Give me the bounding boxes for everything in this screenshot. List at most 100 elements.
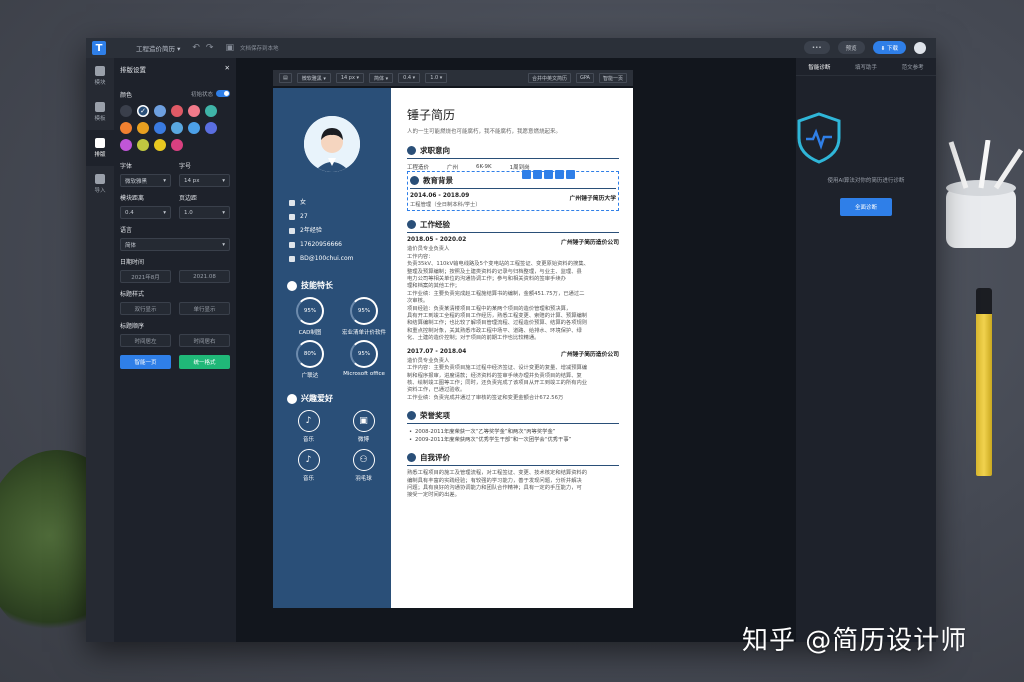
honor-item[interactable]: 2009-2011年度荣获两次“优秀学生干部”和一次团学会“优秀干事” xyxy=(407,436,619,444)
hobbies-heading[interactable]: 兴趣爱好 xyxy=(287,393,391,404)
undo-icon[interactable]: ↶ xyxy=(192,43,200,53)
title-order-left[interactable]: 时间居左 xyxy=(120,334,171,347)
redo-icon[interactable]: ↷ xyxy=(206,43,214,53)
title-style-single[interactable]: 单行显示 xyxy=(179,302,230,315)
education-section[interactable]: 教育背景 2014.06 - 2018.09 广州锤子简历大学 工程管理（全日制本… xyxy=(407,171,619,212)
work-role: 造价员专业负责人 xyxy=(407,246,450,253)
honor-item[interactable]: 2008-2011年度荣获一次“乙等奖学金”和两次“丙等奖学金” xyxy=(407,428,619,436)
color-swatch[interactable] xyxy=(205,105,217,117)
toolbar-one-page-button[interactable]: 智能一页 xyxy=(598,73,627,83)
color-swatch[interactable] xyxy=(120,105,132,117)
honors-heading[interactable]: 荣誉奖项 xyxy=(407,410,619,425)
copy-icon[interactable] xyxy=(544,170,553,179)
settings-icon[interactable] xyxy=(533,170,542,179)
toolbar-font-select[interactable]: 微软雅黑 ▾ xyxy=(296,73,331,83)
skill-item[interactable]: 80% 广联达 xyxy=(283,340,337,379)
rail-item-templates[interactable]: 模板 xyxy=(86,94,114,130)
save-icon[interactable]: ▣ xyxy=(225,43,234,53)
page-margin-select[interactable]: 1.0 ▾ xyxy=(179,206,230,219)
move-icon[interactable] xyxy=(522,170,531,179)
date-format-a[interactable]: 2021年8月 xyxy=(120,270,171,283)
language-select[interactable]: 简体 ▾ xyxy=(120,238,230,251)
font-select[interactable]: 微软雅黑 ▾ xyxy=(120,174,171,187)
date-format-b[interactable]: 2021.08 xyxy=(179,270,230,283)
tab-samples[interactable]: 范文参考 xyxy=(902,63,924,71)
merge-resume-button[interactable]: 合并中英文简历 xyxy=(527,73,571,83)
title-order-label: 标题顺序 xyxy=(120,323,145,330)
text-line: 次审核。 xyxy=(407,298,429,305)
hobby-item[interactable]: ♪ 音乐 xyxy=(281,449,336,482)
full-diagnosis-button[interactable]: 全面诊断 xyxy=(840,198,892,216)
edu-major: 工程管理（全日制本科/学士） xyxy=(410,202,481,208)
text-line: 整理及预算编制；按照及土建类资料的记录与归档整理，与业主、监理、县 xyxy=(407,268,582,275)
rail-item-layout[interactable]: 排版 xyxy=(86,130,114,166)
hobby-item[interactable]: ⚇ 羽毛球 xyxy=(336,449,391,482)
toolbar-lang-select[interactable]: 简体 ▾ xyxy=(369,73,394,83)
work-heading[interactable]: 工作经验 xyxy=(407,219,619,234)
more-button[interactable]: ••• xyxy=(803,41,830,54)
close-icon[interactable]: ✕ xyxy=(225,64,230,74)
smart-one-page-button[interactable]: 智能一页 xyxy=(120,355,171,369)
toolbar-size-select[interactable]: 14 px ▾ xyxy=(335,73,365,83)
intent-row[interactable]: 工程造价 广州 6K-9K 1周到岗 xyxy=(407,163,619,171)
preview-button[interactable]: 预览 xyxy=(837,41,865,54)
color-swatch[interactable] xyxy=(154,105,166,117)
tab-diagnosis[interactable]: 智能诊断 xyxy=(808,63,830,71)
work-item[interactable]: 2017.07 - 2018.04 广州锤子简历造价公司 造价员专业负责人 工作内… xyxy=(407,349,619,402)
email: BD@100chui.com xyxy=(300,255,354,262)
user-avatar[interactable] xyxy=(914,41,926,54)
profile-avatar[interactable] xyxy=(304,116,360,172)
color-swatch[interactable]: ✓ xyxy=(137,105,149,117)
toolbar-margin-select[interactable]: 1.0 ▾ xyxy=(425,73,448,83)
weibo-icon: ▣ xyxy=(352,410,375,432)
format-icon[interactable]: ▤ xyxy=(279,73,292,83)
hobby-item[interactable]: ♪ 音乐 xyxy=(281,410,336,443)
delete-icon[interactable] xyxy=(566,170,575,179)
color-swatch[interactable] xyxy=(120,139,132,151)
app-logo[interactable]: T xyxy=(92,41,106,55)
download-button[interactable]: ⬇ 下载 xyxy=(872,41,906,54)
work-company: 广州锤子简历造价公司 xyxy=(561,351,619,358)
work-item[interactable]: 2018.05 - 2020.02 广州锤子简历造价公司 造价员专业负责人 工作内… xyxy=(407,237,619,342)
color-swatch[interactable] xyxy=(171,122,183,134)
size-select[interactable]: 14 px ▾ xyxy=(179,174,230,187)
self-eval-text[interactable]: 熟悉工程项目的施工及管理流程，对工程签证、变更、技术核定和结算资料的 编制具有丰富… xyxy=(407,470,619,500)
color-swatch[interactable] xyxy=(188,105,200,117)
hobby-item[interactable]: ▣ 微博 xyxy=(336,410,391,443)
rail-item-modules[interactable]: 模块 xyxy=(86,58,114,94)
gender: 女 xyxy=(300,199,307,206)
skill-item[interactable]: 95% Microsoft office xyxy=(337,340,391,379)
resume-name[interactable]: 锤子简历 xyxy=(407,106,619,123)
color-swatch[interactable] xyxy=(188,122,200,134)
rail-label: 模块 xyxy=(94,80,106,86)
resume-motto[interactable]: 人的一生可能燃烧也可能腐朽，我不能腐朽，我愿意燃烧起来。 xyxy=(407,127,619,135)
skills-heading[interactable]: 技能特长 xyxy=(287,280,391,291)
education-heading[interactable]: 教育背景 xyxy=(410,175,616,189)
title-order-right[interactable]: 时间居右 xyxy=(179,334,230,347)
color-swatch[interactable] xyxy=(154,122,166,134)
page-margin-value: 1.0 xyxy=(184,209,193,216)
skill-item[interactable]: 95% 宏业清单计价软件 xyxy=(337,297,391,336)
color-swatch[interactable] xyxy=(171,139,183,151)
color-swatch[interactable] xyxy=(137,122,149,134)
module-gap-select[interactable]: 0.4 ▾ xyxy=(120,206,171,219)
title-style-double[interactable]: 双行显示 xyxy=(120,302,171,315)
unify-format-button[interactable]: 统一格式 xyxy=(179,355,230,369)
document-title[interactable]: 工程造价简历 ▾ xyxy=(136,43,180,53)
toolbar-gap-select[interactable]: 0.4 ▾ xyxy=(398,73,421,83)
gpa-button[interactable]: GPA xyxy=(575,73,594,83)
skill-item[interactable]: 95% CAD制图 xyxy=(283,297,337,336)
color-swatch[interactable] xyxy=(171,105,183,117)
color-swatch[interactable] xyxy=(120,122,132,134)
color-swatch[interactable] xyxy=(137,139,149,151)
work-title: 工作经验 xyxy=(420,220,450,230)
color-swatch[interactable] xyxy=(205,122,217,134)
rail-item-import[interactable]: 导入 xyxy=(86,166,114,202)
add-icon[interactable] xyxy=(555,170,564,179)
intent-heading[interactable]: 求职意向 xyxy=(407,145,619,159)
age-icon xyxy=(289,214,295,220)
color-swatch[interactable] xyxy=(154,139,166,151)
initial-state-toggle[interactable] xyxy=(216,90,230,97)
self-eval-heading[interactable]: 自我评价 xyxy=(407,452,619,467)
tab-writing-helper[interactable]: 填写助手 xyxy=(855,63,877,71)
